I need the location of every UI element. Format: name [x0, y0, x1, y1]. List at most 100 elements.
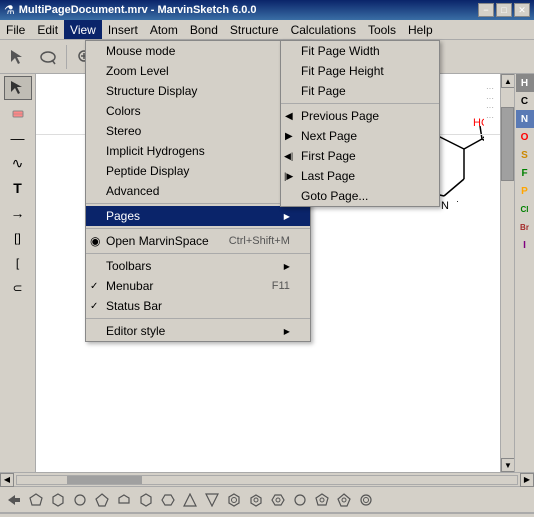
- menu-item-zoom-level[interactable]: Zoom Level: [86, 61, 310, 81]
- menubar-checkmark: ✓: [90, 281, 98, 292]
- fit-page-height-item[interactable]: Fit Page Height: [281, 61, 439, 81]
- menu-item-mouse-mode[interactable]: Mouse mode: [86, 41, 310, 61]
- element-F-button[interactable]: F: [516, 164, 534, 182]
- menu-edit[interactable]: Edit: [31, 20, 64, 39]
- bracket-single-button[interactable]: [: [4, 251, 32, 275]
- next-page-item[interactable]: ▶ Next Page: [281, 126, 439, 146]
- arrow-tool-button[interactable]: [4, 76, 32, 100]
- previous-page-item[interactable]: ◀ Previous Page: [281, 106, 439, 126]
- shape-pentagon3-button[interactable]: [114, 490, 134, 510]
- shape-circle-button[interactable]: [70, 490, 90, 510]
- shape-hexagon-button[interactable]: [48, 490, 68, 510]
- shape-pentagon2-button[interactable]: [92, 490, 112, 510]
- menu-bond[interactable]: Bond: [184, 20, 224, 39]
- shape-circle2-button[interactable]: [290, 490, 310, 510]
- shape-ring6-button[interactable]: [356, 490, 376, 510]
- element-P-button[interactable]: P: [516, 182, 534, 200]
- lasso-tool-button[interactable]: [34, 44, 62, 70]
- shape-ring3-button[interactable]: [268, 490, 288, 510]
- prev-page-icon: ◀: [285, 111, 293, 122]
- menu-item-pages[interactable]: Pages: [86, 206, 310, 226]
- statusbar-checkmark: ✓: [90, 301, 98, 312]
- h-scroll-track[interactable]: [16, 475, 518, 485]
- window-controls: − □ ✕: [478, 3, 530, 17]
- fit-page-item[interactable]: Fit Page: [281, 81, 439, 101]
- scroll-right-button[interactable]: ▶: [520, 473, 534, 487]
- menu-separator-3: [86, 253, 310, 254]
- menu-item-colors[interactable]: Colors: [86, 101, 310, 121]
- scroll-left-button[interactable]: ◀: [0, 473, 14, 487]
- horizontal-scrollbar[interactable]: ◀ ▶: [0, 472, 534, 486]
- element-Cl-button[interactable]: Cl: [516, 200, 534, 218]
- shape-pentagon-button[interactable]: [26, 490, 46, 510]
- view-menu-dropdown: Mouse mode Zoom Level Structure Display …: [85, 40, 311, 342]
- menu-help[interactable]: Help: [402, 20, 439, 39]
- shape-ring5-button[interactable]: [334, 490, 354, 510]
- element-N-button[interactable]: N: [516, 110, 534, 128]
- svg-text:HO: HO: [473, 117, 484, 129]
- menu-bar: File Edit View Insert Atom Bond Structur…: [0, 20, 534, 40]
- element-H-button[interactable]: H: [516, 74, 534, 92]
- menu-item-menubar[interactable]: ✓ Menubar F11: [86, 276, 310, 296]
- fit-page-width-item[interactable]: Fit Page Width: [281, 41, 439, 61]
- select-tool-button[interactable]: [4, 44, 32, 70]
- bottom-shape-toolbar: [0, 486, 534, 512]
- shape-hexagon3-button[interactable]: [158, 490, 178, 510]
- menu-item-toolbars[interactable]: Toolbars: [86, 256, 310, 276]
- bracket-button[interactable]: []: [4, 226, 32, 250]
- text-tool-button[interactable]: T: [4, 176, 32, 200]
- scroll-thumb[interactable]: [501, 107, 514, 181]
- pages-submenu-separator: [281, 103, 439, 104]
- element-C-button[interactable]: C: [516, 92, 534, 110]
- element-S-button[interactable]: S: [516, 146, 534, 164]
- left-toolbar: — ∿ T → [] [ ⊂: [0, 74, 36, 472]
- shape-triangle-button[interactable]: [180, 490, 200, 510]
- menu-structure[interactable]: Structure: [224, 20, 285, 39]
- bond-single-button[interactable]: —: [4, 126, 32, 150]
- eraser-tool-button[interactable]: [4, 101, 32, 125]
- app-icon: ⚗: [4, 3, 15, 17]
- shape-arrow-button[interactable]: [4, 490, 24, 510]
- element-Br-button[interactable]: Br: [516, 218, 534, 236]
- element-I-button[interactable]: I: [516, 236, 534, 254]
- menu-calculations[interactable]: Calculations: [285, 20, 362, 39]
- menu-file[interactable]: File: [0, 20, 31, 39]
- bond-wavy-button[interactable]: ∿: [4, 151, 32, 175]
- fit-submenu-dropdown: Fit Page Width Fit Page Height Fit Page …: [280, 40, 440, 207]
- menu-item-open-marvinspace[interactable]: ◉ Open MarvinSpace Ctrl+Shift+M: [86, 231, 310, 251]
- menu-insert[interactable]: Insert: [102, 20, 144, 39]
- menu-item-peptide-display[interactable]: Peptide Display: [86, 161, 310, 181]
- menu-tools[interactable]: Tools: [362, 20, 402, 39]
- shape-hexagon2-button[interactable]: [136, 490, 156, 510]
- shape-triangle2-button[interactable]: [202, 490, 222, 510]
- first-page-item[interactable]: ◀| First Page: [281, 146, 439, 166]
- menu-item-advanced[interactable]: Advanced: [86, 181, 310, 201]
- shape-ring4-button[interactable]: [312, 490, 332, 510]
- menu-item-status-bar[interactable]: ✓ Status Bar: [86, 296, 310, 316]
- maximize-button[interactable]: □: [496, 3, 512, 17]
- menu-item-stereo[interactable]: Stereo: [86, 121, 310, 141]
- arrow-draw-button[interactable]: →: [4, 201, 32, 225]
- scroll-track[interactable]: [501, 88, 514, 458]
- title-bar: ⚗ MultiPageDocument.mrv - MarvinSketch 6…: [0, 0, 534, 20]
- scroll-down-button[interactable]: ▼: [501, 458, 514, 472]
- orbital-button[interactable]: ⊂: [4, 276, 32, 300]
- scroll-up-button[interactable]: ▲: [501, 74, 514, 88]
- menu-separator-2: [86, 228, 310, 229]
- menu-separator-1: [86, 203, 310, 204]
- vertical-scrollbar[interactable]: ▲ ▼: [500, 74, 514, 472]
- menu-item-editor-style[interactable]: Editor style: [86, 321, 310, 341]
- menu-item-structure-display[interactable]: Structure Display: [86, 81, 310, 101]
- element-O-button[interactable]: O: [516, 128, 534, 146]
- last-page-item[interactable]: |▶ Last Page: [281, 166, 439, 186]
- minimize-button[interactable]: −: [478, 3, 494, 17]
- shape-ring1-button[interactable]: [224, 490, 244, 510]
- goto-page-item[interactable]: Goto Page...: [281, 186, 439, 206]
- close-button[interactable]: ✕: [514, 3, 530, 17]
- h-scroll-thumb[interactable]: [67, 476, 142, 484]
- last-page-icon: |▶: [284, 171, 293, 182]
- menu-atom[interactable]: Atom: [144, 20, 184, 39]
- shape-ring2-button[interactable]: [246, 490, 266, 510]
- menu-view[interactable]: View: [64, 20, 102, 39]
- menu-item-implicit-h[interactable]: Implicit Hydrogens: [86, 141, 310, 161]
